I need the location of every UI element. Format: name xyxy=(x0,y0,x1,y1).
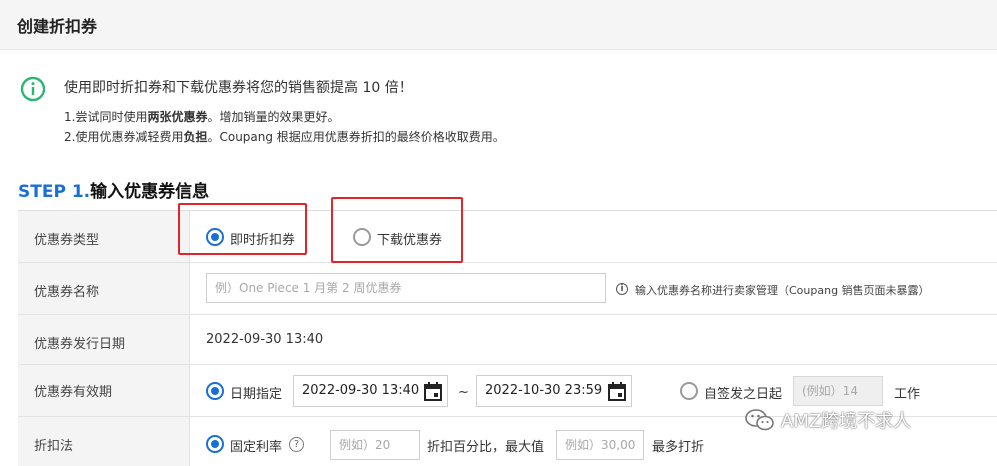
step-number: STEP 1. xyxy=(18,182,91,202)
info-circle-icon xyxy=(20,76,46,102)
date-range-separator: ~ xyxy=(458,385,469,400)
fixed-rate-label[interactable]: 固定利率 xyxy=(230,436,282,455)
days-input[interactable] xyxy=(793,376,883,406)
days-from-issue-label[interactable]: 自签发之日起 xyxy=(704,383,782,402)
start-date-picker[interactable]: 2022-09-30 13:40 xyxy=(293,375,448,407)
page-header: 创建折扣券 xyxy=(0,0,997,50)
calendar-icon[interactable] xyxy=(608,382,626,401)
end-date-picker[interactable]: 2022-10-30 23:59 xyxy=(476,375,632,407)
start-date-value: 2022-09-30 13:40 xyxy=(302,383,420,398)
max-discount-input[interactable] xyxy=(556,430,644,460)
notice-headline: 使用即时折扣券和下载优惠券将您的销售额提高 10 倍！ xyxy=(64,80,413,96)
notice-tip-1: 1.尝试同时使用两张优惠券。增加销量的效果更好。 xyxy=(64,110,340,124)
highlight-instant-coupon xyxy=(178,203,307,255)
validity-label: 优惠券有效期 xyxy=(34,385,113,400)
issue-date-label: 优惠券发行日期 xyxy=(34,337,126,352)
watermark-text: AMZ跨境不求人 xyxy=(781,411,912,432)
notice-tip-2: 2.使用优惠券减轻费用负担。Coupang 根据应用优惠券折扣的最终价格收取费用… xyxy=(64,130,505,144)
step-heading: STEP 1.输入优惠券信息 xyxy=(18,177,209,202)
radio-date-specify[interactable] xyxy=(206,382,224,400)
watermark: AMZ跨境不求人 xyxy=(745,407,911,433)
date-specify-label[interactable]: 日期指定 xyxy=(230,383,282,402)
discount-percent-text: 折扣百分比，最大值 xyxy=(427,440,545,455)
coupon-name-input[interactable] xyxy=(206,273,606,303)
discount-rate-input[interactable] xyxy=(330,430,420,460)
coupon-type-label: 优惠券类型 xyxy=(34,233,100,248)
days-unit-label: 工作 xyxy=(894,387,921,402)
coupon-name-label: 优惠券名称 xyxy=(34,285,100,300)
coupon-name-hint: 输入优惠券名称进行卖家管理（Coupang 销售页面未暴露） xyxy=(635,284,930,297)
row-coupon-type: 优惠券类型 即时折扣券 下载优惠券 xyxy=(18,211,997,263)
calendar-icon[interactable] xyxy=(424,382,442,401)
discount-method-label: 折扣法 xyxy=(34,439,74,454)
max-discount-suffix: 最多打折 xyxy=(652,440,705,455)
end-date-value: 2022-10-30 23:59 xyxy=(485,383,603,398)
row-coupon-name: 优惠券名称 i 输入优惠券名称进行卖家管理（Coupang 销售页面未暴露） xyxy=(18,263,997,315)
wechat-icon xyxy=(745,409,774,431)
highlight-download-coupon xyxy=(331,197,463,263)
issue-date-value: 2022-09-30 13:40 xyxy=(206,332,324,347)
help-icon[interactable]: ? xyxy=(289,437,304,452)
radio-days-from-issue[interactable] xyxy=(680,382,698,400)
info-icon: i xyxy=(616,283,628,295)
step-title: 输入优惠券信息 xyxy=(90,182,210,202)
page-title: 创建折扣券 xyxy=(17,17,98,36)
row-issue-date: 优惠券发行日期 2022-09-30 13:40 xyxy=(18,315,997,365)
radio-fixed-rate[interactable] xyxy=(206,435,224,453)
